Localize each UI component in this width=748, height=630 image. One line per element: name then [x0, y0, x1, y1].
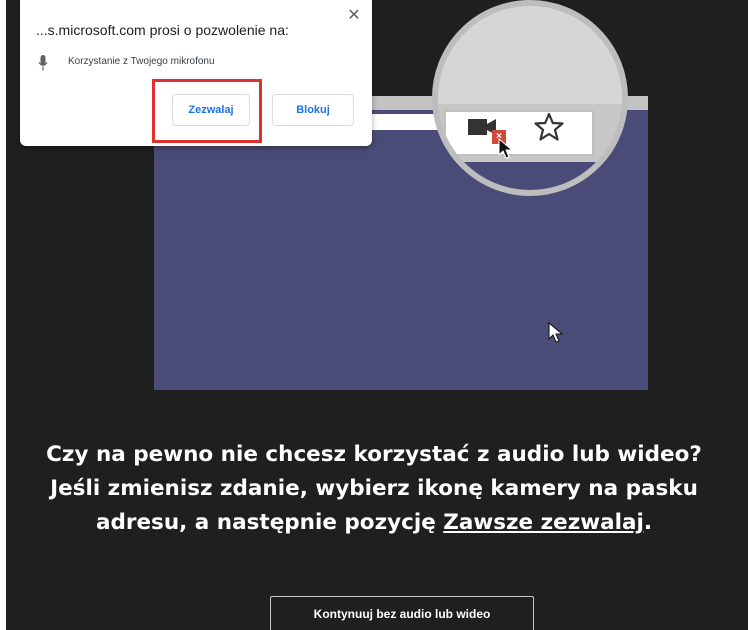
block-button[interactable]: Blokuj — [272, 94, 354, 126]
permission-label: Korzystanie z Twojego mikrofonu — [68, 56, 215, 67]
close-icon[interactable]: ✕ — [346, 8, 362, 24]
message-line-2: Jeśli zmienisz zdanie, wybierz ikonę kam… — [50, 476, 698, 501]
microphone-icon — [38, 55, 48, 71]
message-line-1: Czy na pewno nie chcesz korzystać z audi… — [46, 442, 702, 467]
info-message: Czy na pewno nie chcesz korzystać z audi… — [0, 438, 748, 540]
magnifier-top — [438, 6, 622, 106]
magnifier-illustration — [432, 0, 628, 196]
continue-without-media-button[interactable]: Kontynuuj bez audio lub wideo — [270, 596, 534, 630]
popup-title: ...s.microsoft.com prosi o pozwolenie na… — [36, 22, 289, 38]
star-icon — [534, 112, 564, 141]
magnifier-address-bar — [444, 110, 594, 156]
allow-button[interactable]: Zezwalaj — [172, 94, 250, 126]
cursor-icon — [498, 138, 514, 159]
message-line-3-suffix: . — [643, 510, 653, 535]
message-line-3: adresu, a następnie pozycję Zawsze zezwa… — [0, 506, 748, 540]
permission-popup: ...s.microsoft.com prosi o pozwolenie na… — [20, 0, 372, 146]
mouse-pointer-icon — [548, 322, 564, 343]
always-allow-text: Zawsze zezwalaj — [443, 510, 644, 535]
message-line-3-prefix: adresu, a następnie pozycję — [95, 510, 444, 535]
